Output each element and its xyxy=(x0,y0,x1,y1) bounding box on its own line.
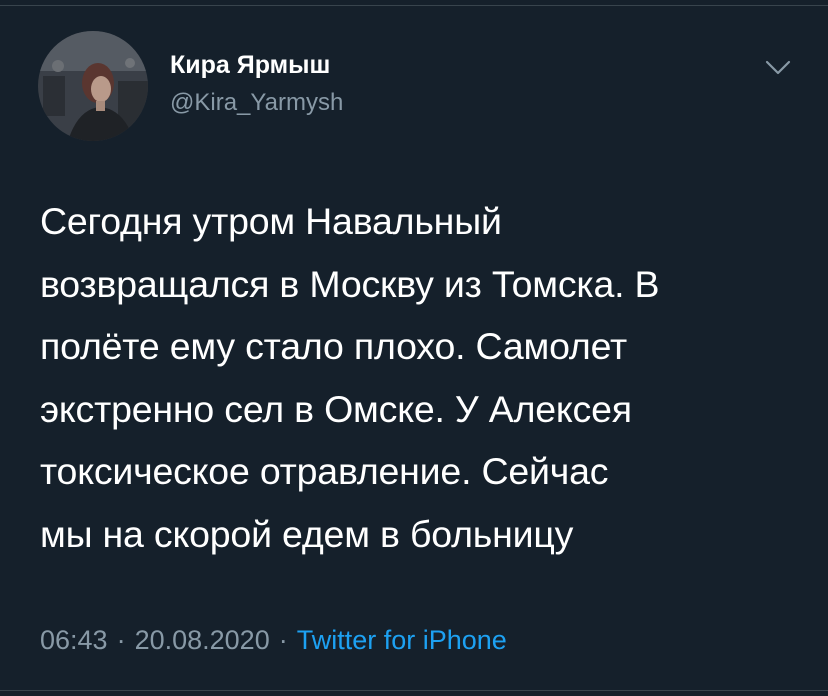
tweet-text-line: мы на скорой едем в больницу xyxy=(40,512,574,555)
chevron-down-icon[interactable] xyxy=(758,54,798,82)
tweet-date: 20.08.2020 xyxy=(134,625,270,655)
tweet-time: 06:43 xyxy=(40,625,108,655)
tweet-text-line: Сегодня утром Навальный xyxy=(40,200,502,242)
tweet-text-line: полёте ему стало плохо. Самолет xyxy=(40,325,627,367)
meta-separator: · xyxy=(116,625,126,655)
tweet-metadata: 06:43 · 20.08.2020 · Twitter for iPhone xyxy=(40,620,507,660)
author-handle[interactable]: @Kira_Yarmysh xyxy=(170,88,343,118)
tweet-source-link[interactable]: Twitter for iPhone xyxy=(297,625,507,655)
tweet-text: Сегодня утром Навальный возвращался в Мо… xyxy=(40,190,800,565)
tweet-text-line: возвращался в Москву из Томска. В xyxy=(40,262,660,305)
bottom-divider xyxy=(0,690,828,691)
tweet-text-line: экстренно сел в Омске. У Алексея xyxy=(40,387,632,430)
profile-photo-icon xyxy=(38,31,148,141)
tweet-text-line: токсическое отравление. Сейчас xyxy=(40,450,609,492)
author-display-name[interactable]: Кира Ярмыш xyxy=(170,50,330,80)
meta-separator: · xyxy=(278,625,288,655)
top-divider xyxy=(0,5,828,6)
avatar[interactable] xyxy=(38,31,148,141)
